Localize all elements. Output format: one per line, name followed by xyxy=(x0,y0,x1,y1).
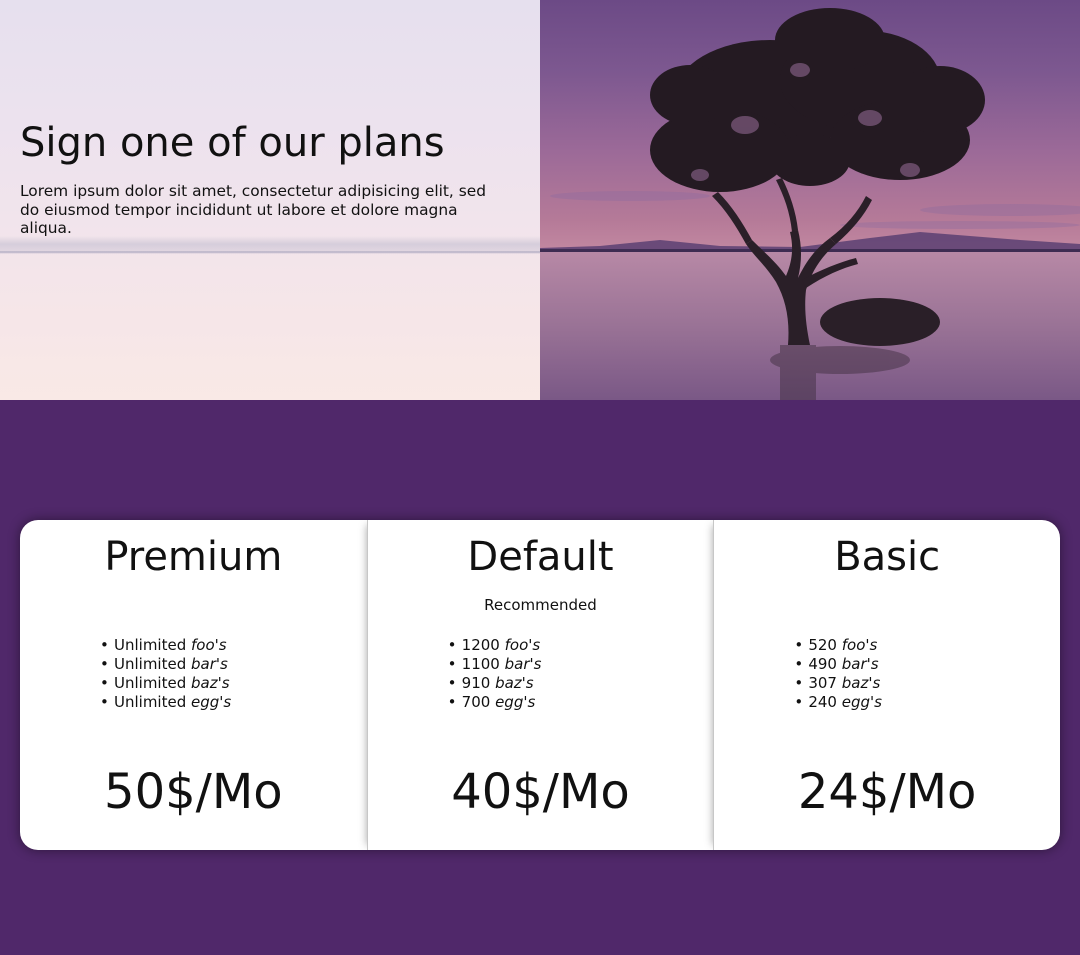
feature-unit: foo's xyxy=(504,636,541,654)
feature-amount: 1200 xyxy=(461,636,500,654)
feature-item: 700 egg's xyxy=(448,693,542,712)
feature-amount: Unlimited xyxy=(114,636,187,654)
feature-unit: foo's xyxy=(841,636,878,654)
feature-item: Unlimited foo's xyxy=(100,636,231,655)
feature-item: 240 egg's xyxy=(794,693,882,712)
feature-list: Unlimited foo's Unlimited bar's Unlimite… xyxy=(100,636,231,712)
feature-unit: baz's xyxy=(495,674,534,692)
feature-unit: bar's xyxy=(841,655,879,673)
feature-amount: Unlimited xyxy=(114,693,187,711)
page-title: Sign one of our plans xyxy=(20,120,445,166)
feature-item: 1200 foo's xyxy=(448,636,542,655)
tree-silhouette-image xyxy=(540,8,1080,400)
feature-amount: 910 xyxy=(461,674,491,692)
feature-item: 520 foo's xyxy=(794,636,882,655)
hero-text-block: Sign one of our plans Lorem ipsum dolor … xyxy=(20,118,510,238)
plan-name: Default xyxy=(467,534,614,580)
feature-item: 490 bar's xyxy=(794,655,882,674)
feature-unit: egg's xyxy=(495,693,536,711)
feature-item: Unlimited egg's xyxy=(100,693,231,712)
feature-amount: 700 xyxy=(461,693,491,711)
feature-amount: 1100 xyxy=(461,655,500,673)
feature-unit: baz's xyxy=(191,674,230,692)
recommended-badge: Recommended xyxy=(484,596,597,614)
plan-card-premium[interactable]: Premium Unlimited foo's Unlimited bar's … xyxy=(20,520,367,850)
feature-amount: 240 xyxy=(808,693,837,711)
plan-price: 50$/Mo xyxy=(104,764,283,820)
feature-unit: bar's xyxy=(191,655,228,673)
feature-unit: egg's xyxy=(841,693,882,711)
plan-price: 40$/Mo xyxy=(451,764,630,820)
plan-name: Basic xyxy=(834,534,941,580)
plan-card-default[interactable]: Default Recommended 1200 foo's 1100 bar'… xyxy=(366,520,714,850)
feature-unit: baz's xyxy=(841,674,881,692)
feature-item: 1100 bar's xyxy=(448,655,542,674)
feature-amount: Unlimited xyxy=(114,674,187,692)
plan-price: 24$/Mo xyxy=(797,764,977,820)
hero-description: Lorem ipsum dolor sit amet, consectetur … xyxy=(20,182,486,237)
feature-amount: 307 xyxy=(808,674,837,692)
feature-amount: 490 xyxy=(808,655,837,673)
plan-name: Premium xyxy=(104,534,283,580)
feature-unit: egg's xyxy=(191,693,232,711)
pricing-plans: Premium Unlimited foo's Unlimited bar's … xyxy=(20,520,1060,850)
feature-unit: foo's xyxy=(191,636,227,654)
hero-section: Sign one of our plans Lorem ipsum dolor … xyxy=(0,0,1080,400)
hero-image xyxy=(540,0,1080,400)
feature-list: 520 foo's 490 bar's 307 baz's 240 egg's xyxy=(794,636,882,712)
feature-list: 1200 foo's 1100 bar's 910 baz's 700 egg'… xyxy=(448,636,542,712)
feature-item: Unlimited bar's xyxy=(100,655,231,674)
feature-item: Unlimited baz's xyxy=(100,674,231,693)
feature-unit: bar's xyxy=(504,655,542,673)
feature-item: 910 baz's xyxy=(448,674,542,693)
feature-amount: 520 xyxy=(808,636,837,654)
plan-card-basic[interactable]: Basic 520 foo's 490 bar's 307 baz's 240 … xyxy=(713,520,1060,850)
feature-item: 307 baz's xyxy=(794,674,882,693)
horizon-line xyxy=(0,251,540,253)
feature-amount: Unlimited xyxy=(114,655,187,673)
